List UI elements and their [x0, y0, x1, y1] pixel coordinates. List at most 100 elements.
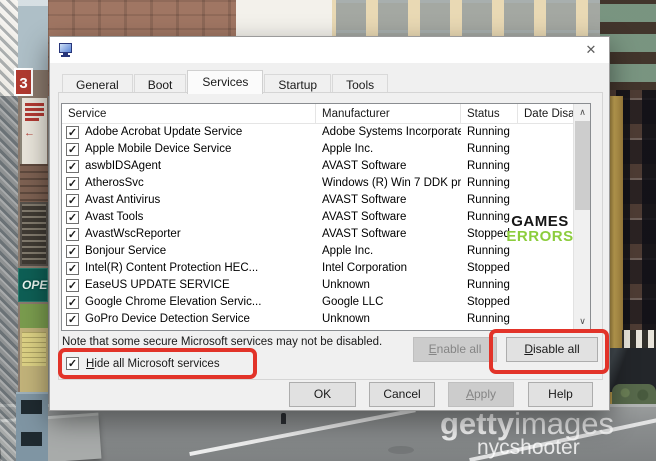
service-name: Bonjour Service	[85, 243, 166, 260]
cancel-button[interactable]: Cancel	[369, 382, 435, 407]
status-cell: Stopped	[461, 294, 518, 311]
manufacturer-cell: Unknown	[316, 311, 461, 328]
service-row[interactable]: ✓ Apple Mobile Device Service Apple Inc.…	[62, 141, 590, 158]
service-checkbox[interactable]: ✓	[66, 194, 79, 207]
service-checkbox[interactable]: ✓	[66, 296, 79, 309]
service-cell: ✓ Adobe Acrobat Update Service	[62, 124, 316, 141]
left-upper-wall	[18, 0, 48, 70]
date-disabled-cell	[518, 260, 573, 277]
service-row[interactable]: ✓ aswbIDSAgent AVAST Software Running	[62, 158, 590, 175]
pedestrian	[281, 413, 286, 424]
service-name: Avast Tools	[85, 209, 143, 226]
service-cell: ✓ Avast Antivirus	[62, 192, 316, 209]
tab-boot[interactable]: Boot	[134, 74, 187, 94]
service-name: Intel(R) Content Protection HEC...	[85, 260, 258, 277]
manufacturer-cell: Windows (R) Win 7 DDK pr...	[316, 175, 461, 192]
date-disabled-cell	[518, 175, 573, 192]
service-row[interactable]: ✓ EaseUS UPDATE SERVICE Unknown Running	[62, 277, 590, 294]
service-row[interactable]: ✓ AtherosSvc Windows (R) Win 7 DDK pr...…	[62, 175, 590, 192]
apply-button[interactable]: Apply	[448, 382, 514, 407]
microsoft-services-note: Note that some secure Microsoft services…	[62, 336, 382, 348]
date-disabled-cell	[518, 124, 573, 141]
service-name: GoPro Device Detection Service	[85, 311, 250, 328]
manufacturer-cell: Google LLC	[316, 294, 461, 311]
number-3-sign: 3	[14, 68, 33, 96]
service-cell: ✓ EaseUS UPDATE SERVICE	[62, 277, 316, 294]
enable-all-button[interactable]: Enable all	[413, 337, 497, 362]
status-cell: Running	[461, 158, 518, 175]
tab-startup[interactable]: Startup	[264, 74, 331, 94]
wall-posters	[20, 304, 48, 392]
apply-label: pply	[474, 387, 496, 401]
close-icon[interactable]: ✕	[583, 42, 599, 58]
games-errors-logo-line2: ERRORS	[487, 229, 593, 244]
date-disabled-cell	[518, 277, 573, 294]
enable-all-label: nable all	[437, 342, 482, 356]
tab-tools[interactable]: Tools	[332, 74, 388, 94]
service-cell: ✓ Intel(R) Content Protection HEC...	[62, 260, 316, 277]
scroll-down-icon[interactable]: ∨	[574, 313, 591, 330]
manufacturer-cell: Apple Inc.	[316, 141, 461, 158]
manufacturer-cell: AVAST Software	[316, 226, 461, 243]
service-row[interactable]: ✓ Adobe Acrobat Update Service Adobe Sys…	[62, 124, 590, 141]
service-checkbox[interactable]: ✓	[66, 143, 79, 156]
service-checkbox[interactable]: ✓	[66, 160, 79, 173]
status-cell: Running	[461, 243, 518, 260]
date-disabled-cell	[518, 192, 573, 209]
service-name: Avast Antivirus	[85, 192, 160, 209]
title-bar: ✕	[50, 37, 609, 63]
scrollbar-thumb[interactable]	[575, 121, 590, 210]
scroll-up-icon[interactable]: ∧	[574, 104, 591, 121]
service-cell: ✓ AtherosSvc	[62, 175, 316, 192]
service-row[interactable]: ✓ Bonjour Service Apple Inc. Running	[62, 243, 590, 260]
service-cell: ✓ AvastWscReporter	[62, 226, 316, 243]
service-cell: ✓ Google Chrome Elevation Servic...	[62, 294, 316, 311]
service-row[interactable]: ✓ Google Chrome Elevation Servic... Goog…	[62, 294, 590, 311]
service-checkbox[interactable]: ✓	[66, 245, 79, 258]
date-disabled-cell	[518, 243, 573, 260]
games-errors-logo-line1: GAMES	[487, 214, 593, 229]
enable-all-label: E	[429, 342, 437, 356]
date-disabled-cell	[518, 158, 573, 175]
service-cell: ✓ GoPro Device Detection Service	[62, 311, 316, 328]
service-name: EaseUS UPDATE SERVICE	[85, 277, 230, 294]
service-name: Adobe Acrobat Update Service	[85, 124, 242, 141]
manufacturer-cell: Unknown	[316, 277, 461, 294]
hide-microsoft-services-checkbox[interactable]: ✓	[66, 357, 79, 370]
disable-all-button[interactable]: Disable all	[506, 337, 598, 362]
service-name: Google Chrome Elevation Servic...	[85, 294, 261, 311]
column-header-status[interactable]: Status	[461, 104, 518, 123]
service-row[interactable]: ✓ Intel(R) Content Protection HEC... Int…	[62, 260, 590, 277]
service-name: Apple Mobile Device Service	[85, 141, 231, 158]
service-name: AvastWscReporter	[85, 226, 181, 243]
column-header-service[interactable]: Service	[62, 104, 316, 123]
apply-label: A	[466, 387, 474, 401]
hide-microsoft-services-label: Hide all Microsoft services	[86, 358, 220, 370]
manufacturer-cell: AVAST Software	[316, 192, 461, 209]
help-button[interactable]: Help	[528, 382, 593, 407]
ok-button[interactable]: OK	[289, 382, 356, 407]
column-header-manufacturer[interactable]: Manufacturer	[316, 104, 461, 123]
service-checkbox[interactable]: ✓	[66, 228, 79, 241]
shrubbery	[612, 384, 656, 406]
service-checkbox[interactable]: ✓	[66, 279, 79, 292]
service-row[interactable]: ✓ Avast Antivirus AVAST Software Running	[62, 192, 590, 209]
service-checkbox[interactable]: ✓	[66, 126, 79, 139]
disable-all-label: isable all	[533, 342, 580, 356]
manufacturer-cell: Intel Corporation	[316, 260, 461, 277]
open-sign: OPE	[18, 268, 48, 302]
date-disabled-cell	[518, 311, 573, 328]
status-cell: Running	[461, 124, 518, 141]
service-checkbox[interactable]: ✓	[66, 262, 79, 275]
msconfig-icon	[58, 42, 74, 58]
service-row[interactable]: ✓ GoPro Device Detection Service Unknown…	[62, 311, 590, 328]
tab-services[interactable]: Services	[187, 70, 263, 94]
column-header-date-disabled[interactable]: Date Disabled	[518, 104, 573, 123]
newspaper-box	[16, 392, 48, 461]
service-checkbox[interactable]: ✓	[66, 211, 79, 224]
left-arrow-icon: ←	[24, 127, 35, 139]
service-name: AtherosSvc	[85, 175, 144, 192]
tab-general[interactable]: General	[62, 74, 133, 94]
service-checkbox[interactable]: ✓	[66, 313, 79, 326]
service-checkbox[interactable]: ✓	[66, 177, 79, 190]
